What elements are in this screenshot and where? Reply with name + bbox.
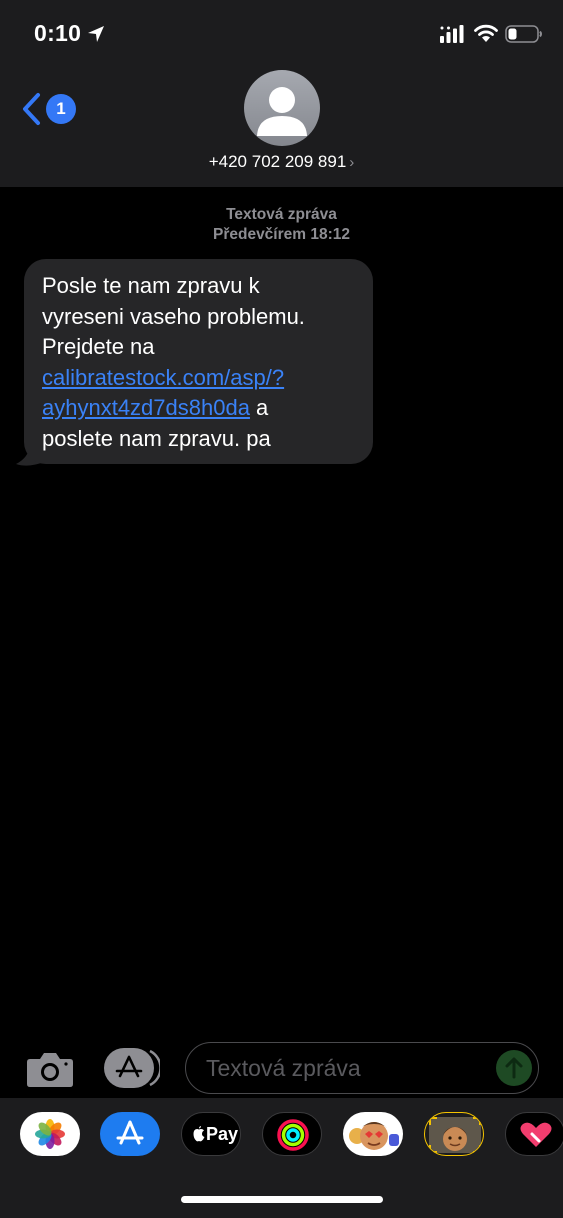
- message-input-placeholder: Textová zpráva: [206, 1055, 361, 1081]
- message-line: Posle te nam zpravu k: [42, 273, 260, 298]
- app-animoji[interactable]: [424, 1112, 484, 1156]
- arrow-up-icon: [505, 1057, 523, 1079]
- incoming-message-bubble[interactable]: Posle te nam zpravu k vyreseni vaseho pr…: [24, 259, 373, 464]
- send-button[interactable]: [496, 1050, 532, 1086]
- message-link[interactable]: calibratestock.com/asp/?: [42, 365, 284, 390]
- contact-name[interactable]: +420 702 209 891 ›: [0, 152, 563, 172]
- unread-count-badge: 1: [46, 94, 76, 124]
- contact-number: +420 702 209 891: [208, 152, 347, 171]
- app-apple-pay[interactable]: Pay: [181, 1112, 241, 1156]
- cellular-signal-icon: [440, 25, 464, 43]
- activity-rings-icon: [277, 1119, 309, 1151]
- status-bar: 0:10: [0, 0, 563, 66]
- message-line: Prejdete na: [42, 334, 155, 359]
- app-memoji-stickers[interactable]: [343, 1112, 403, 1156]
- chevron-right-icon: ›: [349, 154, 355, 171]
- message-input[interactable]: Textová zpráva: [185, 1042, 539, 1094]
- app-photos[interactable]: [20, 1112, 80, 1156]
- apple-pay-label: Pay: [206, 1124, 239, 1144]
- conversation-header: 0:10 1 +420 702 209 891 ›: [0, 0, 563, 187]
- app-activity[interactable]: [262, 1112, 322, 1156]
- animoji-icon: [429, 1117, 481, 1153]
- memoji-stickers-icon: [349, 1122, 399, 1150]
- app-drawer: Pay: [0, 1098, 563, 1218]
- heart-icon: [520, 1122, 552, 1147]
- photos-icon: [35, 1119, 65, 1149]
- app-app-store[interactable]: [100, 1112, 160, 1156]
- location-arrow-icon: [88, 26, 104, 42]
- home-indicator[interactable]: [181, 1196, 383, 1203]
- message-line: vyreseni vaseho problemu.: [42, 303, 305, 329]
- app-store-toggle-icon[interactable]: [104, 1048, 160, 1088]
- app-store-icon: [116, 1120, 144, 1145]
- contact-avatar[interactable]: [244, 70, 320, 146]
- message-timestamp: Předevčírem 18:12: [212, 226, 350, 243]
- status-time: 0:10: [34, 20, 82, 46]
- back-button[interactable]: 1: [20, 88, 80, 128]
- message-text: a: [249, 395, 269, 420]
- message-type-label: Textová zpráva: [226, 206, 337, 223]
- camera-icon[interactable]: [26, 1050, 74, 1088]
- message-line: poslete nam zpravu. pa: [42, 425, 271, 451]
- app-digital-touch[interactable]: [505, 1112, 563, 1156]
- battery-icon: [505, 25, 542, 43]
- message-link-continued[interactable]: ayhynxt4zd7ds8h0da: [42, 395, 250, 420]
- wifi-icon: [474, 24, 498, 42]
- person-icon: [257, 87, 307, 136]
- apple-logo-icon: [193, 1126, 205, 1142]
- chevron-left-icon: [23, 93, 40, 125]
